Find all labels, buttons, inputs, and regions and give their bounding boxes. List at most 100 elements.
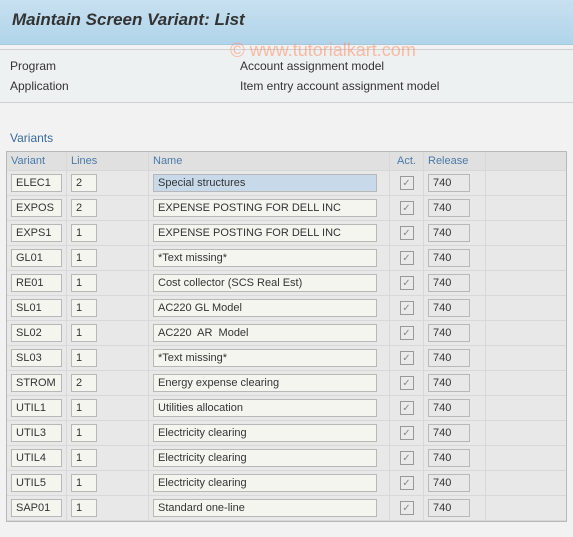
- act-checkbox[interactable]: ✓: [400, 276, 414, 290]
- act-checkbox[interactable]: ✓: [400, 476, 414, 490]
- release-input[interactable]: [428, 274, 470, 292]
- release-input[interactable]: [428, 424, 470, 442]
- lines-input[interactable]: [71, 424, 97, 442]
- variant-input[interactable]: [11, 324, 62, 342]
- release-input[interactable]: [428, 174, 470, 192]
- table-row[interactable]: ✓: [7, 496, 566, 521]
- act-checkbox[interactable]: ✓: [400, 201, 414, 215]
- lines-input[interactable]: [71, 249, 97, 267]
- table-row[interactable]: ✓: [7, 221, 566, 246]
- lines-input[interactable]: [71, 499, 97, 517]
- cell-name: [149, 346, 390, 370]
- name-input[interactable]: [153, 274, 377, 292]
- table-row[interactable]: ✓: [7, 196, 566, 221]
- lines-input[interactable]: [71, 474, 97, 492]
- act-checkbox[interactable]: ✓: [400, 501, 414, 515]
- act-checkbox[interactable]: ✓: [400, 301, 414, 315]
- lines-input[interactable]: [71, 174, 97, 192]
- table-row[interactable]: ✓: [7, 321, 566, 346]
- release-input[interactable]: [428, 199, 470, 217]
- col-header-lines[interactable]: Lines: [67, 152, 149, 170]
- col-header-act[interactable]: Act.: [390, 152, 424, 170]
- act-checkbox[interactable]: ✓: [400, 176, 414, 190]
- release-input[interactable]: [428, 449, 470, 467]
- release-input[interactable]: [428, 299, 470, 317]
- release-input[interactable]: [428, 474, 470, 492]
- col-header-release[interactable]: Release: [424, 152, 486, 170]
- lines-input[interactable]: [71, 324, 97, 342]
- name-input[interactable]: [153, 174, 377, 192]
- table-row[interactable]: ✓: [7, 471, 566, 496]
- release-input[interactable]: [428, 499, 470, 517]
- variant-input[interactable]: [11, 199, 62, 217]
- lines-input[interactable]: [71, 449, 97, 467]
- release-input[interactable]: [428, 249, 470, 267]
- name-input[interactable]: [153, 349, 377, 367]
- lines-input[interactable]: [71, 224, 97, 242]
- name-input[interactable]: [153, 499, 377, 517]
- lines-input[interactable]: [71, 399, 97, 417]
- variant-input[interactable]: [11, 349, 62, 367]
- table-row[interactable]: ✓: [7, 296, 566, 321]
- lines-input[interactable]: [71, 349, 97, 367]
- header-bar: Maintain Screen Variant: List: [0, 0, 573, 45]
- name-input[interactable]: [153, 474, 377, 492]
- variant-input[interactable]: [11, 274, 62, 292]
- table-header: Variant Lines Name Act. Release: [7, 152, 566, 171]
- variant-input[interactable]: [11, 399, 62, 417]
- col-header-variant[interactable]: Variant: [7, 152, 67, 170]
- release-input[interactable]: [428, 224, 470, 242]
- act-checkbox[interactable]: ✓: [400, 351, 414, 365]
- release-input[interactable]: [428, 399, 470, 417]
- cell-lines: [67, 246, 149, 270]
- table-row[interactable]: ✓: [7, 246, 566, 271]
- lines-input[interactable]: [71, 299, 97, 317]
- name-input[interactable]: [153, 224, 377, 242]
- variant-input[interactable]: [11, 474, 62, 492]
- name-input[interactable]: [153, 399, 377, 417]
- col-header-name[interactable]: Name: [149, 152, 390, 170]
- cell-release: [424, 221, 486, 245]
- variant-input[interactable]: [11, 374, 62, 392]
- table-row[interactable]: ✓: [7, 396, 566, 421]
- table-row[interactable]: ✓: [7, 346, 566, 371]
- variant-input[interactable]: [11, 299, 62, 317]
- table-row[interactable]: ✓: [7, 371, 566, 396]
- variant-input[interactable]: [11, 424, 62, 442]
- name-input[interactable]: [153, 424, 377, 442]
- name-input[interactable]: [153, 299, 377, 317]
- cell-act: ✓: [390, 246, 424, 270]
- release-input[interactable]: [428, 374, 470, 392]
- table-row[interactable]: ✓: [7, 421, 566, 446]
- cell-act: ✓: [390, 446, 424, 470]
- variant-input[interactable]: [11, 224, 62, 242]
- release-input[interactable]: [428, 349, 470, 367]
- lines-input[interactable]: [71, 374, 97, 392]
- act-checkbox[interactable]: ✓: [400, 401, 414, 415]
- variant-input[interactable]: [11, 499, 62, 517]
- variant-input[interactable]: [11, 174, 62, 192]
- name-input[interactable]: [153, 449, 377, 467]
- act-checkbox[interactable]: ✓: [400, 251, 414, 265]
- act-checkbox[interactable]: ✓: [400, 451, 414, 465]
- table-row[interactable]: ✓: [7, 446, 566, 471]
- lines-input[interactable]: [71, 199, 97, 217]
- name-input[interactable]: [153, 324, 377, 342]
- act-checkbox[interactable]: ✓: [400, 426, 414, 440]
- name-input[interactable]: [153, 199, 377, 217]
- variant-input[interactable]: [11, 449, 62, 467]
- name-input[interactable]: [153, 249, 377, 267]
- lines-input[interactable]: [71, 274, 97, 292]
- variant-input[interactable]: [11, 249, 62, 267]
- table-row[interactable]: ✓: [7, 171, 566, 196]
- release-input[interactable]: [428, 324, 470, 342]
- info-section: Program Account assignment model Applica…: [0, 49, 573, 103]
- act-checkbox[interactable]: ✓: [400, 226, 414, 240]
- cell-act: ✓: [390, 421, 424, 445]
- name-input[interactable]: [153, 374, 377, 392]
- cell-name: [149, 271, 390, 295]
- table-row[interactable]: ✓: [7, 271, 566, 296]
- act-checkbox[interactable]: ✓: [400, 326, 414, 340]
- act-checkbox[interactable]: ✓: [400, 376, 414, 390]
- page-title: Maintain Screen Variant: List: [12, 10, 561, 30]
